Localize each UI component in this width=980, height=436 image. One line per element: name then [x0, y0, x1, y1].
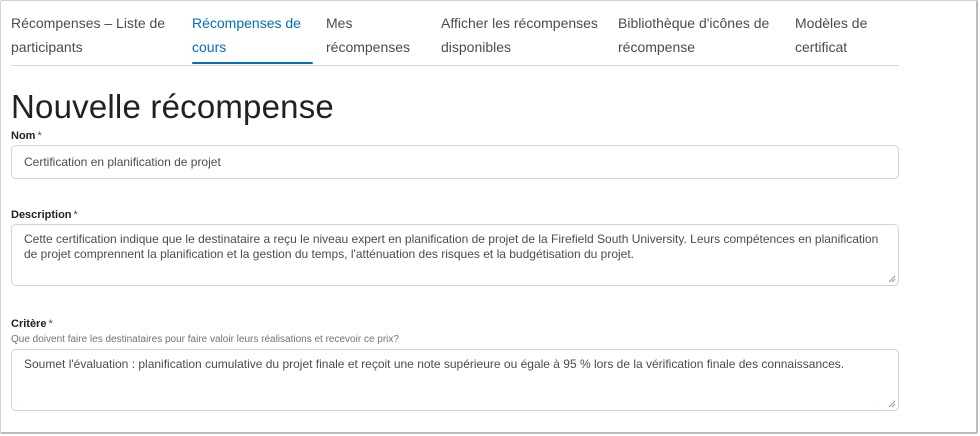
tab-label-line2: récompenses — [326, 39, 411, 55]
description-textarea[interactable]: Cette certification indique que le desti… — [11, 224, 899, 286]
tab-course-awards[interactable]: Récompenses de cours — [192, 11, 313, 64]
tab-label-line2: participants — [11, 39, 83, 55]
name-label: Nom * — [11, 129, 42, 143]
tab-label-line1: Récompenses de — [192, 15, 301, 31]
tab-label-line2: cours — [192, 39, 227, 55]
tab-label-line2: disponibles — [441, 39, 512, 55]
tab-label-line1: Bibliothèque d'icônes de — [618, 15, 770, 31]
page-frame: Récompenses – Liste de participants Réco… — [0, 0, 978, 434]
tab-my-awards[interactable]: Mes récompenses — [326, 11, 410, 59]
required-marker: * — [48, 318, 53, 330]
name-input[interactable]: Certification en planification de projet — [11, 145, 899, 179]
required-marker: * — [37, 130, 42, 142]
criteria-textarea[interactable]: Soumet l'évaluation : planification cumu… — [11, 349, 899, 411]
tab-icon-library[interactable]: Bibliothèque d'icônes de récompense — [618, 11, 769, 59]
description-label-text: Description — [11, 209, 72, 221]
tab-certificate-templates[interactable]: Modèles de certificat — [795, 11, 867, 59]
resize-grip-icon[interactable] — [888, 275, 896, 283]
page-title: Nouvelle récompense — [11, 88, 334, 125]
description-text: Cette certification indique que le desti… — [24, 232, 879, 261]
description-label: Description * — [11, 208, 78, 222]
tab-label-line1: Récompenses – Liste de — [11, 15, 166, 31]
tab-label-line1: Modèles de — [795, 15, 868, 31]
criteria-label-text: Critère — [11, 318, 47, 330]
tab-label-line2: récompense — [618, 39, 696, 55]
tab-label-line1: Mes — [326, 15, 353, 31]
tab-awards-classlist[interactable]: Récompenses – Liste de participants — [11, 11, 165, 59]
required-marker: * — [73, 209, 78, 221]
tab-label-line1: Afficher les récompenses — [441, 15, 598, 31]
tab-bar: Récompenses – Liste de participants Réco… — [11, 11, 899, 66]
criteria-text: Soumet l'évaluation : planification cumu… — [24, 357, 845, 371]
tab-label-line2: certificat — [795, 39, 848, 55]
criteria-label: Critère * — [11, 317, 53, 331]
name-label-text: Nom — [11, 130, 36, 142]
criteria-help-text: Que doivent faire les destinataires pour… — [11, 334, 399, 345]
resize-grip-icon[interactable] — [888, 400, 896, 408]
tab-available-awards[interactable]: Afficher les récompenses disponibles — [441, 11, 598, 59]
